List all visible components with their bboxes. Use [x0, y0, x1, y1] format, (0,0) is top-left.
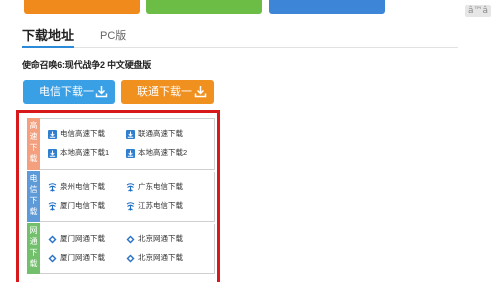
download-icon — [48, 129, 57, 139]
telecom-logo-icon — [48, 182, 57, 192]
top-orange-button[interactable] — [24, 0, 140, 14]
group-label: 高速下载 — [27, 118, 40, 170]
list-item[interactable]: 本地高速下载2 — [126, 147, 187, 158]
list-item[interactable]: 泉州电信下载 — [48, 181, 105, 192]
download-icon — [48, 148, 57, 158]
tab-download-address[interactable]: 下载地址 — [22, 28, 75, 48]
highlight-frame: 高速下载 电信高速下载 联通高速下载 本地高速下载1 本地高速下载2 电信下载 … — [16, 110, 220, 282]
download-icon — [126, 129, 135, 139]
list-item[interactable]: 广东电信下载 — [126, 181, 183, 192]
game-title: 使命召唤6:现代战争2 中文硬盘版 — [22, 60, 152, 70]
telecom-logo-icon — [48, 201, 57, 211]
group-telecom: 电信下载 泉州电信下载 广东电信下载 厦门电信下载 江苏电信下载 — [27, 171, 215, 222]
netcom-logo-icon — [126, 235, 135, 244]
corner-label: â™â — [464, 5, 491, 17]
list-item[interactable]: 联通高速下载 — [126, 128, 183, 139]
list-item[interactable]: 北京网通下载 — [126, 252, 183, 263]
telecom-download-label: 电信下载一 — [39, 86, 94, 98]
group-label: 电信下载 — [27, 171, 40, 222]
top-blue-button[interactable] — [269, 0, 385, 14]
top-button-strip — [0, 0, 497, 14]
list-item[interactable]: 本地高速下载1 — [48, 147, 109, 158]
list-item[interactable]: 北京网通下载 — [126, 233, 183, 244]
list-item[interactable]: 厦门网通下载 — [48, 252, 105, 263]
telecom-logo-icon — [126, 201, 135, 211]
unicom-download-button[interactable]: 联通下载一 — [121, 80, 214, 104]
group-label: 网通下载 — [27, 223, 40, 274]
unicom-download-label: 联通下载一 — [137, 86, 192, 98]
tab-pc-version[interactable]: PC版 — [100, 28, 126, 48]
group-high-speed: 高速下载 电信高速下载 联通高速下载 本地高速下载1 本地高速下载2 — [27, 118, 215, 170]
top-green-button[interactable] — [146, 0, 262, 14]
netcom-logo-icon — [48, 254, 57, 263]
list-item[interactable]: 厦门电信下载 — [48, 200, 105, 211]
list-item[interactable]: 厦门网通下载 — [48, 233, 105, 244]
telecom-download-button[interactable]: 电信下载一 — [23, 80, 115, 104]
list-item[interactable]: 江苏电信下载 — [126, 200, 183, 211]
tab-bar: 下载地址 PC版 — [22, 26, 458, 48]
netcom-logo-icon — [48, 235, 57, 244]
download-icon — [194, 86, 207, 98]
telecom-logo-icon — [126, 182, 135, 192]
list-item[interactable]: 电信高速下载 — [48, 128, 105, 139]
download-icon — [126, 148, 135, 158]
group-netcom: 网通下载 厦门网通下载 北京网通下载 厦门网通下载 北京网通下载 — [27, 223, 215, 274]
netcom-logo-icon — [126, 254, 135, 263]
download-icon — [95, 86, 108, 98]
